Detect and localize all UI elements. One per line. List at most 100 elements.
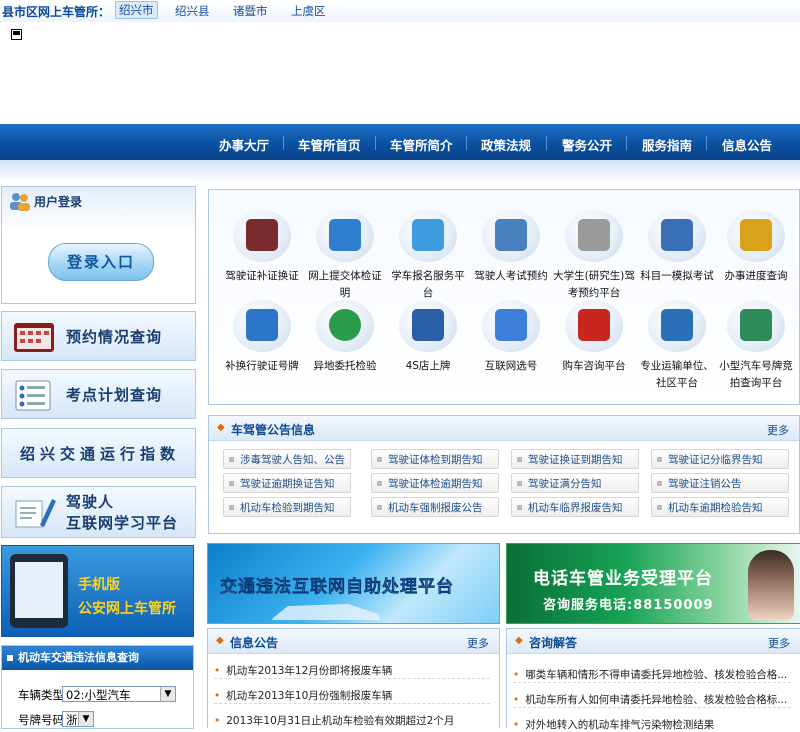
learning-platform-button[interactable]: 驾驶人 互联网学习平台	[1, 486, 196, 538]
city-tab-zhuji[interactable]: 诸暨市	[233, 3, 268, 19]
service-label: 办事进度查询	[724, 270, 788, 282]
nav-hall[interactable]: 办事大厅	[219, 135, 269, 154]
service-license-renewal[interactable]: 驾驶证补证换证	[221, 210, 303, 285]
nav-policy[interactable]: 政策法规	[481, 135, 531, 154]
calendar-icon	[412, 309, 444, 341]
info-item[interactable]: 机动车2013年10月份强制报废车辆	[214, 688, 490, 704]
chevron-down-icon: ▼	[78, 712, 93, 726]
info-heading: 信息公告	[230, 636, 279, 650]
service-label: 科目一模拟考试	[640, 270, 714, 282]
notice-tag[interactable]: 机动车强制报废公告	[371, 497, 499, 517]
notice-more-link[interactable]: 更多	[767, 422, 789, 438]
exam-plan-query-button[interactable]: 考点计划查询	[1, 369, 196, 419]
consult-item[interactable]: 对外地转入的机动车排气污染物检测结果	[513, 717, 791, 732]
violation-query-heading: 机动车交通违法信息查询	[2, 646, 193, 670]
nav-home[interactable]: 车管所首页	[298, 135, 361, 154]
phone-service-banner[interactable]: 电话车管业务受理平台 咨询服务电话:88150009	[506, 543, 800, 624]
info-panel: ◆ 信息公告 更多 机动车2013年12月份即将报废车辆 机动车2013年10月…	[207, 628, 500, 728]
service-label: 大学生(研究生)驾考预约平台	[553, 270, 635, 299]
notice-tag[interactable]: 驾驶证体检逾期告知	[371, 473, 499, 493]
service-label: 专业运输单位、社区平台	[640, 360, 714, 389]
self-service-banner[interactable]: 交通违法互联网自助处理平台	[207, 543, 500, 624]
service-label: 补换行驶证号牌	[225, 360, 299, 372]
plate-prefix-select[interactable]: 浙 ▼	[62, 711, 94, 727]
service-remote-inspection[interactable]: 异地委托检验	[304, 300, 386, 375]
service-plate-replacement[interactable]: 补换行驶证号牌	[221, 300, 303, 375]
exam-plan-query-label: 考点计划查询	[66, 386, 163, 404]
service-mock-exam[interactable]: 科目一模拟考试	[636, 210, 718, 285]
nav-guide[interactable]: 服务指南	[642, 135, 692, 154]
city-tab-shaoxing-county[interactable]: 绍兴县	[175, 3, 210, 19]
service-student-exam[interactable]: 大学生(研究生)驾考预约平台	[553, 210, 635, 302]
consult-more-link[interactable]: 更多	[768, 635, 790, 651]
nav-notices[interactable]: 信息公告	[722, 135, 772, 154]
folder-icon	[740, 219, 772, 251]
notice-tag[interactable]: 驾驶证满分告知	[511, 473, 639, 493]
service-medical-cert[interactable]: 网上提交体检证明	[304, 210, 386, 302]
notice-tag[interactable]: 驾驶证记分临界告知	[651, 449, 789, 469]
service-car-purchase-consult[interactable]: 购车咨询平台	[553, 300, 635, 375]
info-item[interactable]: 机动车2013年12月份即将报废车辆	[214, 663, 490, 679]
service-4s-registration[interactable]: 4S店上牌	[387, 300, 469, 375]
login-heading: 用户登录	[34, 195, 83, 209]
consult-item[interactable]: 哪类车辆和情形不得申请委托异地检验、核发检验合格...	[513, 667, 791, 683]
notice-tag[interactable]: 驾驶证换证到期告知	[511, 449, 639, 469]
service-label: 驾驶人考试预约	[474, 270, 548, 282]
appointment-query-button[interactable]: 预约情况查询	[1, 311, 196, 361]
service-driving-school-signup[interactable]: 学车报名服务平台	[387, 210, 469, 302]
plate-prefix-value: 浙	[66, 713, 78, 727]
service-transport-community[interactable]: 专业运输单位、社区平台	[636, 300, 718, 392]
service-exam-appointment[interactable]: 驾驶人考试预约	[470, 210, 552, 285]
service-progress-query[interactable]: 办事进度查询	[715, 210, 797, 285]
service-label: 驾驶证补证换证	[225, 270, 299, 282]
notice-tag[interactable]: 机动车检验到期告知	[223, 497, 351, 517]
nav-public-affairs[interactable]: 警务公开	[562, 135, 612, 154]
bullet-icon: ◆	[515, 635, 523, 646]
learning-platform-line2: 互联网学习平台	[66, 514, 179, 532]
laptop-icon	[661, 219, 693, 251]
notice-tag[interactable]: 机动车逾期检验告知	[651, 497, 789, 517]
county-bar-title: 县市区网上车管所：	[2, 5, 111, 19]
consult-header: ◆ 咨询解答 更多	[507, 629, 800, 654]
notice-header: ◆ 车驾管公告信息 更多	[209, 416, 799, 441]
service-online-plate-selection[interactable]: 互联网选号	[470, 300, 552, 375]
vehicle-type-select[interactable]: 02:小型汽车 ▼	[62, 686, 176, 702]
vehicle-type-label: 车辆类型	[18, 688, 64, 702]
traffic-index-button[interactable]: 绍兴交通运行指数	[1, 428, 196, 478]
phone-banner-title: 电话车管业务受理平台	[533, 569, 713, 589]
nav-divider	[283, 136, 284, 150]
mobile-version-banner[interactable]: 手机版 公安网上车管所	[1, 545, 194, 637]
info-item[interactable]: 2013年10月31日止机动车检验有效期超过2个月	[214, 713, 490, 728]
violation-query-panel: 机动车交通违法信息查询 车辆类型 02:小型汽车 ▼ 号牌号码 浙 ▼	[1, 645, 194, 729]
phone-icon	[10, 554, 68, 628]
nav-divider	[706, 136, 707, 150]
notice-heading: 车驾管公告信息	[231, 423, 316, 437]
nav-intro[interactable]: 车管所简介	[390, 135, 453, 154]
service-label: 小型汽车号牌竞拍查询平台	[719, 360, 793, 389]
service-plate-auction[interactable]: 小型汽车号牌竞拍查询平台	[715, 300, 797, 392]
appointment-query-label: 预约情况查询	[66, 328, 163, 346]
network-icon	[740, 309, 772, 341]
notice-tag[interactable]: 驾驶证逾期换证告知	[223, 473, 351, 493]
computer-icon	[661, 309, 693, 341]
info-header: ◆ 信息公告 更多	[208, 629, 499, 654]
globe-icon	[329, 309, 361, 341]
mobile-banner-line1: 手机版	[78, 577, 120, 593]
checklist-icon	[15, 380, 51, 411]
city-tab-shangyu[interactable]: 上虞区	[291, 3, 326, 19]
city-tab-shaoxing[interactable]: 绍兴市	[115, 1, 158, 19]
notice-tag[interactable]: 机动车临界报废告知	[511, 497, 639, 517]
notice-tag[interactable]: 驾驶证注销公告	[651, 473, 789, 493]
documents-icon	[329, 219, 361, 251]
mobile-banner-line2: 公安网上车管所	[78, 601, 176, 617]
consult-item[interactable]: 机动车所有人如何申请委托异地检验、核发检验合格标...	[513, 692, 791, 708]
pen-paper-icon	[15, 499, 56, 528]
login-button[interactable]: 登录入口	[48, 243, 154, 281]
notice-tag[interactable]: 驾驶证体检到期告知	[371, 449, 499, 469]
car-icon	[578, 309, 610, 341]
notice-tag[interactable]: 涉毒驾驶人告知、公告	[223, 449, 351, 469]
info-more-link[interactable]: 更多	[467, 635, 489, 651]
learning-platform-line1: 驾驶人	[66, 493, 115, 511]
palette-icon	[495, 309, 527, 341]
service-label: 学车报名服务平台	[391, 270, 465, 299]
